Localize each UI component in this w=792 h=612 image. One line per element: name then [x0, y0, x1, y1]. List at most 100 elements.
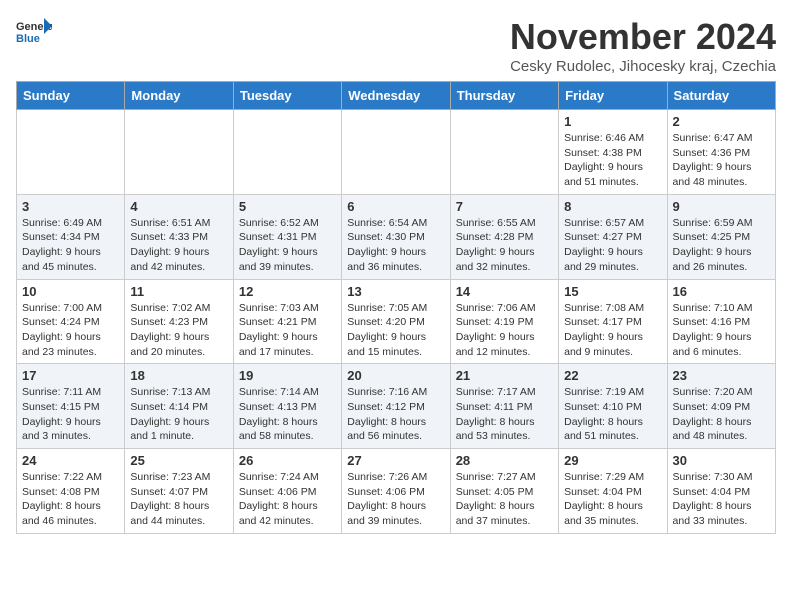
month-title: November 2024: [510, 16, 776, 58]
day-number: 4: [130, 199, 227, 214]
week-row-5: 24Sunrise: 7:22 AMSunset: 4:08 PMDayligh…: [17, 449, 776, 534]
day-cell: 24Sunrise: 7:22 AMSunset: 4:08 PMDayligh…: [17, 449, 125, 534]
header-monday: Monday: [125, 82, 233, 110]
day-info: Sunrise: 6:59 AMSunset: 4:25 PMDaylight:…: [673, 216, 770, 275]
day-number: 26: [239, 453, 336, 468]
day-number: 29: [564, 453, 661, 468]
day-number: 6: [347, 199, 444, 214]
day-info: Sunrise: 7:03 AMSunset: 4:21 PMDaylight:…: [239, 301, 336, 360]
page-header: General Blue November 2024 Cesky Rudolec…: [16, 16, 776, 75]
day-info: Sunrise: 7:20 AMSunset: 4:09 PMDaylight:…: [673, 385, 770, 444]
day-info: Sunrise: 7:06 AMSunset: 4:19 PMDaylight:…: [456, 301, 553, 360]
day-cell: 29 Sunrise: 7:29 AMSunset: 4:04 PMDayligh…: [559, 449, 667, 534]
day-info: Sunrise: 6:51 AMSunset: 4:33 PMDaylight:…: [130, 216, 227, 275]
day-cell: [342, 110, 450, 195]
day-number: 7: [456, 199, 553, 214]
header-wednesday: Wednesday: [342, 82, 450, 110]
day-cell: 26 Sunrise: 7:24 AMSunset: 4:06 PMDayligh…: [233, 449, 341, 534]
day-cell: 17 Sunrise: 7:11 AMSunset: 4:15 PMDayligh…: [17, 364, 125, 449]
day-number: 19: [239, 368, 336, 383]
header-friday: Friday: [559, 82, 667, 110]
day-cell: 6 Sunrise: 6:54 AMSunset: 4:30 PMDaylight…: [342, 194, 450, 279]
day-cell: 7 Sunrise: 6:55 AMSunset: 4:28 PMDaylight…: [450, 194, 558, 279]
day-info: Sunrise: 6:47 AMSunset: 4:36 PMDaylight:…: [673, 131, 770, 190]
day-info: Sunrise: 7:24 AMSunset: 4:06 PMDaylight:…: [239, 470, 336, 529]
day-cell: 23 Sunrise: 7:20 AMSunset: 4:09 PMDayligh…: [667, 364, 775, 449]
day-cell: 8Sunrise: 6:57 AMSunset: 4:27 PMDaylight…: [559, 194, 667, 279]
day-cell: 20 Sunrise: 7:16 AMSunset: 4:12 PMDayligh…: [342, 364, 450, 449]
week-row-3: 10 Sunrise: 7:00 AMSunset: 4:24 PMDayligh…: [17, 279, 776, 364]
day-info: Sunrise: 7:26 AMSunset: 4:06 PMDaylight:…: [347, 470, 444, 529]
day-number: 23: [673, 368, 770, 383]
day-info: Sunrise: 7:30 AMSunset: 4:04 PMDaylight:…: [673, 470, 770, 529]
day-number: 28: [456, 453, 553, 468]
day-number: 10: [22, 284, 119, 299]
day-number: 15: [564, 284, 661, 299]
day-cell: 11 Sunrise: 7:02 AMSunset: 4:23 PMDayligh…: [125, 279, 233, 364]
day-number: 12: [239, 284, 336, 299]
day-info: Sunrise: 7:08 AMSunset: 4:17 PMDaylight:…: [564, 301, 661, 360]
day-cell: 30Sunrise: 7:30 AMSunset: 4:04 PMDayligh…: [667, 449, 775, 534]
day-number: 2: [673, 114, 770, 129]
day-info: Sunrise: 6:54 AMSunset: 4:30 PMDaylight:…: [347, 216, 444, 275]
day-info: Sunrise: 7:23 AMSunset: 4:07 PMDaylight:…: [130, 470, 227, 529]
day-cell: 5Sunrise: 6:52 AMSunset: 4:31 PMDaylight…: [233, 194, 341, 279]
day-cell: 22Sunrise: 7:19 AMSunset: 4:10 PMDayligh…: [559, 364, 667, 449]
day-number: 16: [673, 284, 770, 299]
day-info: Sunrise: 7:19 AMSunset: 4:10 PMDaylight:…: [564, 385, 661, 444]
day-number: 27: [347, 453, 444, 468]
day-cell: 19 Sunrise: 7:14 AMSunset: 4:13 PMDayligh…: [233, 364, 341, 449]
day-number: 17: [22, 368, 119, 383]
day-info: Sunrise: 6:55 AMSunset: 4:28 PMDaylight:…: [456, 216, 553, 275]
day-info: Sunrise: 7:14 AMSunset: 4:13 PMDaylight:…: [239, 385, 336, 444]
day-cell: 13 Sunrise: 7:05 AMSunset: 4:20 PMDayligh…: [342, 279, 450, 364]
day-number: 20: [347, 368, 444, 383]
day-number: 25: [130, 453, 227, 468]
day-number: 14: [456, 284, 553, 299]
week-row-4: 17 Sunrise: 7:11 AMSunset: 4:15 PMDayligh…: [17, 364, 776, 449]
day-info: Sunrise: 7:22 AMSunset: 4:08 PMDaylight:…: [22, 470, 119, 529]
day-info: Sunrise: 6:46 AMSunset: 4:38 PMDaylight:…: [564, 131, 661, 190]
day-info: Sunrise: 6:57 AMSunset: 4:27 PMDaylight:…: [564, 216, 661, 275]
svg-text:Blue: Blue: [16, 33, 40, 44]
day-info: Sunrise: 6:52 AMSunset: 4:31 PMDaylight:…: [239, 216, 336, 275]
day-number: 9: [673, 199, 770, 214]
day-cell: 1 Sunrise: 6:46 AMSunset: 4:38 PMDaylight…: [559, 110, 667, 195]
calendar-table: SundayMondayTuesdayWednesdayThursdayFrid…: [16, 81, 776, 534]
header-tuesday: Tuesday: [233, 82, 341, 110]
header-sunday: Sunday: [17, 82, 125, 110]
week-row-1: 1 Sunrise: 6:46 AMSunset: 4:38 PMDaylight…: [17, 110, 776, 195]
day-info: Sunrise: 7:16 AMSunset: 4:12 PMDaylight:…: [347, 385, 444, 444]
header-thursday: Thursday: [450, 82, 558, 110]
day-cell: 14 Sunrise: 7:06 AMSunset: 4:19 PMDayligh…: [450, 279, 558, 364]
day-number: 13: [347, 284, 444, 299]
day-info: Sunrise: 7:02 AMSunset: 4:23 PMDaylight:…: [130, 301, 227, 360]
header-saturday: Saturday: [667, 82, 775, 110]
day-cell: 18Sunrise: 7:13 AMSunset: 4:14 PMDayligh…: [125, 364, 233, 449]
day-info: Sunrise: 7:29 AMSunset: 4:04 PMDaylight:…: [564, 470, 661, 529]
day-cell: 10 Sunrise: 7:00 AMSunset: 4:24 PMDayligh…: [17, 279, 125, 364]
day-number: 21: [456, 368, 553, 383]
day-number: 1: [564, 114, 661, 129]
day-cell: 16 Sunrise: 7:10 AMSunset: 4:16 PMDayligh…: [667, 279, 775, 364]
day-info: Sunrise: 7:17 AMSunset: 4:11 PMDaylight:…: [456, 385, 553, 444]
day-cell: 4 Sunrise: 6:51 AMSunset: 4:33 PMDaylight…: [125, 194, 233, 279]
day-cell: [233, 110, 341, 195]
day-cell: 15 Sunrise: 7:08 AMSunset: 4:17 PMDayligh…: [559, 279, 667, 364]
day-cell: [17, 110, 125, 195]
day-info: Sunrise: 7:13 AMSunset: 4:14 PMDaylight:…: [130, 385, 227, 444]
day-cell: 25 Sunrise: 7:23 AMSunset: 4:07 PMDayligh…: [125, 449, 233, 534]
logo-icon: General Blue: [16, 16, 52, 44]
week-row-2: 3Sunrise: 6:49 AMSunset: 4:34 PMDaylight…: [17, 194, 776, 279]
day-info: Sunrise: 7:11 AMSunset: 4:15 PMDaylight:…: [22, 385, 119, 444]
day-cell: 12 Sunrise: 7:03 AMSunset: 4:21 PMDayligh…: [233, 279, 341, 364]
day-cell: 28Sunrise: 7:27 AMSunset: 4:05 PMDayligh…: [450, 449, 558, 534]
day-info: Sunrise: 7:00 AMSunset: 4:24 PMDaylight:…: [22, 301, 119, 360]
day-cell: 21 Sunrise: 7:17 AMSunset: 4:11 PMDayligh…: [450, 364, 558, 449]
day-info: Sunrise: 6:49 AMSunset: 4:34 PMDaylight:…: [22, 216, 119, 275]
day-info: Sunrise: 7:10 AMSunset: 4:16 PMDaylight:…: [673, 301, 770, 360]
day-number: 11: [130, 284, 227, 299]
day-cell: 9 Sunrise: 6:59 AMSunset: 4:25 PMDaylight…: [667, 194, 775, 279]
day-info: Sunrise: 7:05 AMSunset: 4:20 PMDaylight:…: [347, 301, 444, 360]
day-cell: 2 Sunrise: 6:47 AMSunset: 4:36 PMDaylight…: [667, 110, 775, 195]
